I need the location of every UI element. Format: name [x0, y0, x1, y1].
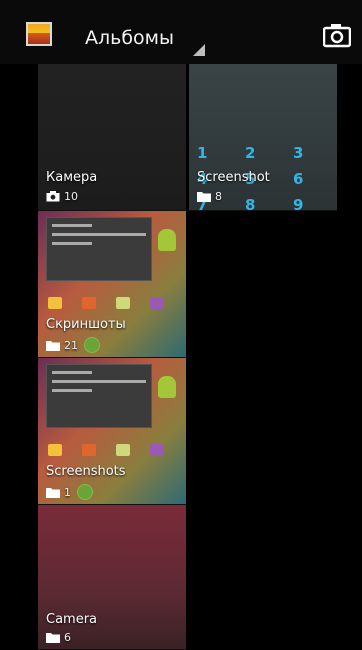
dial-key: 1 [197, 144, 208, 162]
album-count-row: 21 [46, 337, 100, 353]
folder-icon [46, 487, 60, 498]
dial-key: 3 [293, 144, 304, 162]
action-bar: Альбомы [0, 0, 362, 64]
folder-icon [46, 340, 60, 351]
album-tile-kamera[interactable]: Камера 10 [38, 64, 186, 211]
album-count-row: 6 [46, 631, 71, 644]
album-label: Camera [46, 612, 98, 627]
dial-key: 9 [293, 196, 304, 211]
album-grid: Камера 10 1 2 3 4 5 6 7 8 9 Screenshot 8… [38, 64, 337, 650]
album-count: 6 [64, 631, 71, 644]
album-label: Камера [46, 170, 98, 185]
screenshot-preview [46, 217, 152, 281]
album-count: 21 [64, 338, 78, 352]
screenshot-preview [46, 364, 152, 428]
status-dot-icon [84, 337, 100, 353]
album-label: Screenshot [197, 170, 270, 185]
dial-row: 1 2 3 [197, 144, 333, 162]
album-label: Screenshots [46, 464, 126, 479]
page-title[interactable]: Альбомы [85, 27, 174, 49]
app-icons-preview [48, 444, 164, 456]
camera-icon[interactable] [322, 22, 352, 48]
album-tile-screenshots[interactable]: Screenshots 1 [38, 358, 186, 505]
album-count-row: 1 [46, 484, 93, 500]
album-tile-skrinshoty[interactable]: Скриншоты 21 [38, 211, 186, 358]
android-icon [158, 376, 176, 398]
album-count: 1 [64, 485, 71, 499]
camera-icon [46, 191, 60, 202]
dropdown-indicator-icon[interactable] [193, 44, 205, 56]
folder-icon [197, 192, 211, 202]
album-count: 8 [215, 190, 222, 203]
status-dot-icon [77, 484, 93, 500]
app-icons-preview [48, 297, 164, 309]
android-icon [158, 229, 176, 251]
dial-key: 8 [245, 196, 256, 211]
album-tile-camera[interactable]: Camera 6 [38, 505, 186, 650]
album-count: 10 [64, 190, 78, 203]
album-count-row: 8 [197, 190, 222, 203]
gallery-icon[interactable] [26, 22, 52, 46]
dial-key: 6 [293, 170, 304, 188]
album-count-row: 10 [46, 190, 78, 203]
folder-icon [46, 633, 60, 643]
album-tile-screenshot[interactable]: 1 2 3 4 5 6 7 8 9 Screenshot 8 [189, 64, 337, 211]
dial-key: 2 [245, 144, 256, 162]
album-label: Скриншоты [46, 317, 126, 332]
